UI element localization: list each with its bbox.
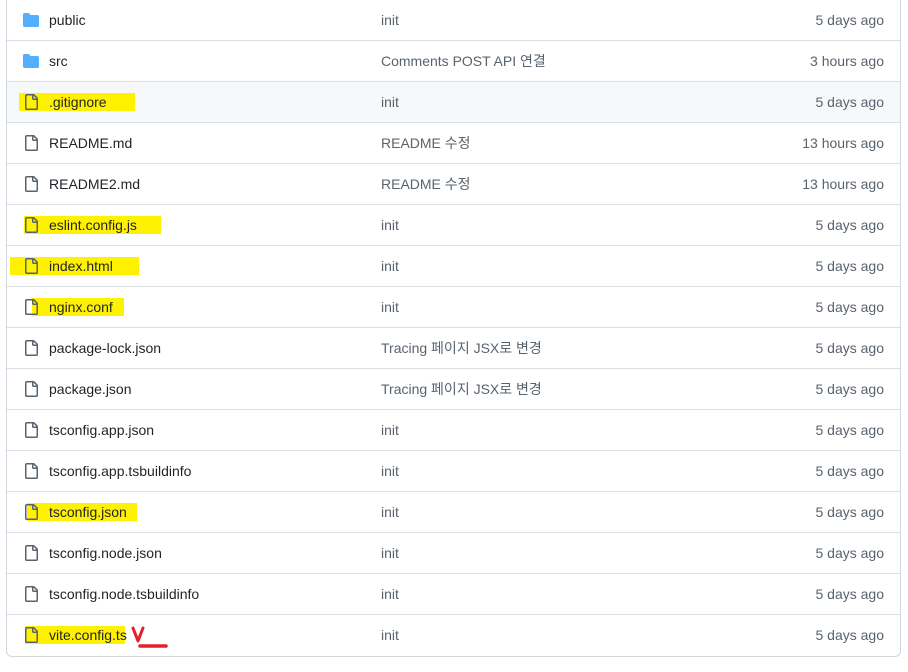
file-name-link[interactable]: package-lock.json	[49, 340, 161, 356]
commit-date: 5 days ago	[815, 94, 885, 110]
file-row[interactable]: README.md README 수정 13 hours ago	[7, 122, 900, 163]
commit-date: 5 days ago	[815, 217, 885, 233]
commit-date: 5 days ago	[815, 12, 885, 28]
folder-icon	[23, 53, 39, 69]
file-icon	[23, 627, 39, 643]
file-name-link[interactable]: public	[49, 12, 86, 28]
commit-date: 5 days ago	[815, 545, 885, 561]
file-icon	[23, 504, 39, 520]
file-icon	[23, 463, 39, 479]
commit-message-link[interactable]: Comments POST API 연결	[381, 51, 546, 71]
folder-icon	[23, 12, 39, 28]
file-name-link[interactable]: .gitignore	[49, 94, 107, 110]
file-name-link[interactable]: eslint.config.js	[49, 217, 137, 233]
file-icon	[23, 381, 39, 397]
file-icon	[23, 340, 39, 356]
commit-message-link[interactable]: init	[381, 463, 399, 479]
file-name-link[interactable]: README2.md	[49, 176, 140, 192]
file-row[interactable]: tsconfig.app.tsbuildinfo init 5 days ago	[7, 450, 900, 491]
file-row[interactable]: vite.config.ts init 5 days ago	[7, 614, 900, 655]
file-row[interactable]: tsconfig.json init 5 days ago	[7, 491, 900, 532]
commit-message-link[interactable]: init	[381, 299, 399, 315]
commit-message-link[interactable]: README 수정	[381, 174, 471, 194]
commit-date: 5 days ago	[815, 463, 885, 479]
commit-message-link[interactable]: README 수정	[381, 133, 471, 153]
commit-date: 13 hours ago	[802, 176, 884, 192]
commit-message-link[interactable]: init	[381, 258, 399, 274]
folder-row[interactable]: public init 5 days ago	[7, 0, 900, 40]
commit-date: 5 days ago	[815, 422, 885, 438]
file-row[interactable]: README2.md README 수정 13 hours ago	[7, 163, 900, 204]
file-name-link[interactable]: tsconfig.node.json	[49, 545, 162, 561]
file-row[interactable]: package.json Tracing 페이지 JSX로 변경 5 days ag…	[7, 368, 900, 409]
commit-message-link[interactable]: Tracing 페이지 JSX로 변경	[381, 379, 542, 399]
commit-message-link[interactable]: init	[381, 422, 399, 438]
file-icon	[23, 422, 39, 438]
file-row[interactable]: .gitignore init 5 days ago	[7, 81, 900, 122]
file-name-link[interactable]: tsconfig.app.tsbuildinfo	[49, 463, 191, 479]
file-name-link[interactable]: tsconfig.node.tsbuildinfo	[49, 586, 199, 602]
file-icon	[23, 176, 39, 192]
file-name-link[interactable]: index.html	[49, 258, 113, 274]
commit-date: 5 days ago	[815, 340, 885, 356]
commit-date: 5 days ago	[815, 258, 885, 274]
file-row[interactable]: tsconfig.app.json init 5 days ago	[7, 409, 900, 450]
file-row[interactable]: index.html init 5 days ago	[7, 245, 900, 286]
file-name-link[interactable]: package.json	[49, 381, 132, 397]
file-row[interactable]: nginx.conf init 5 days ago	[7, 286, 900, 327]
folder-row[interactable]: src Comments POST API 연결 3 hours ago	[7, 40, 900, 81]
file-list-table: public init 5 days ago src Comments POST API…	[6, 0, 901, 657]
file-row[interactable]: tsconfig.node.tsbuildinfo init 5 days ago	[7, 573, 900, 614]
commit-date: 5 days ago	[815, 504, 885, 520]
commit-date: 3 hours ago	[810, 53, 884, 69]
commit-date: 13 hours ago	[802, 135, 884, 151]
file-icon	[23, 217, 39, 233]
file-name-link[interactable]: vite.config.ts	[49, 627, 127, 643]
commit-message-link[interactable]: Tracing 페이지 JSX로 변경	[381, 338, 542, 358]
file-icon	[23, 94, 39, 110]
file-name-link[interactable]: tsconfig.json	[49, 504, 127, 520]
file-icon	[23, 299, 39, 315]
file-row[interactable]: package-lock.json Tracing 페이지 JSX로 변경 5 da…	[7, 327, 900, 368]
commit-message-link[interactable]: init	[381, 217, 399, 233]
file-name-link[interactable]: nginx.conf	[49, 299, 113, 315]
commit-date: 5 days ago	[815, 586, 885, 602]
file-row[interactable]: tsconfig.node.json init 5 days ago	[7, 532, 900, 573]
file-icon	[23, 258, 39, 274]
file-name-link[interactable]: src	[49, 53, 68, 69]
commit-message-link[interactable]: init	[381, 504, 399, 520]
commit-message-link[interactable]: init	[381, 94, 399, 110]
commit-message-link[interactable]: init	[381, 627, 399, 643]
commit-message-link[interactable]: init	[381, 12, 399, 28]
file-name-link[interactable]: README.md	[49, 135, 132, 151]
file-icon	[23, 135, 39, 151]
commit-date: 5 days ago	[815, 627, 885, 643]
file-name-link[interactable]: tsconfig.app.json	[49, 422, 154, 438]
file-icon	[23, 586, 39, 602]
commit-date: 5 days ago	[815, 299, 885, 315]
file-row[interactable]: eslint.config.js init 5 days ago	[7, 204, 900, 245]
commit-message-link[interactable]: init	[381, 586, 399, 602]
commit-message-link[interactable]: init	[381, 545, 399, 561]
commit-date: 5 days ago	[815, 381, 885, 397]
file-icon	[23, 545, 39, 561]
